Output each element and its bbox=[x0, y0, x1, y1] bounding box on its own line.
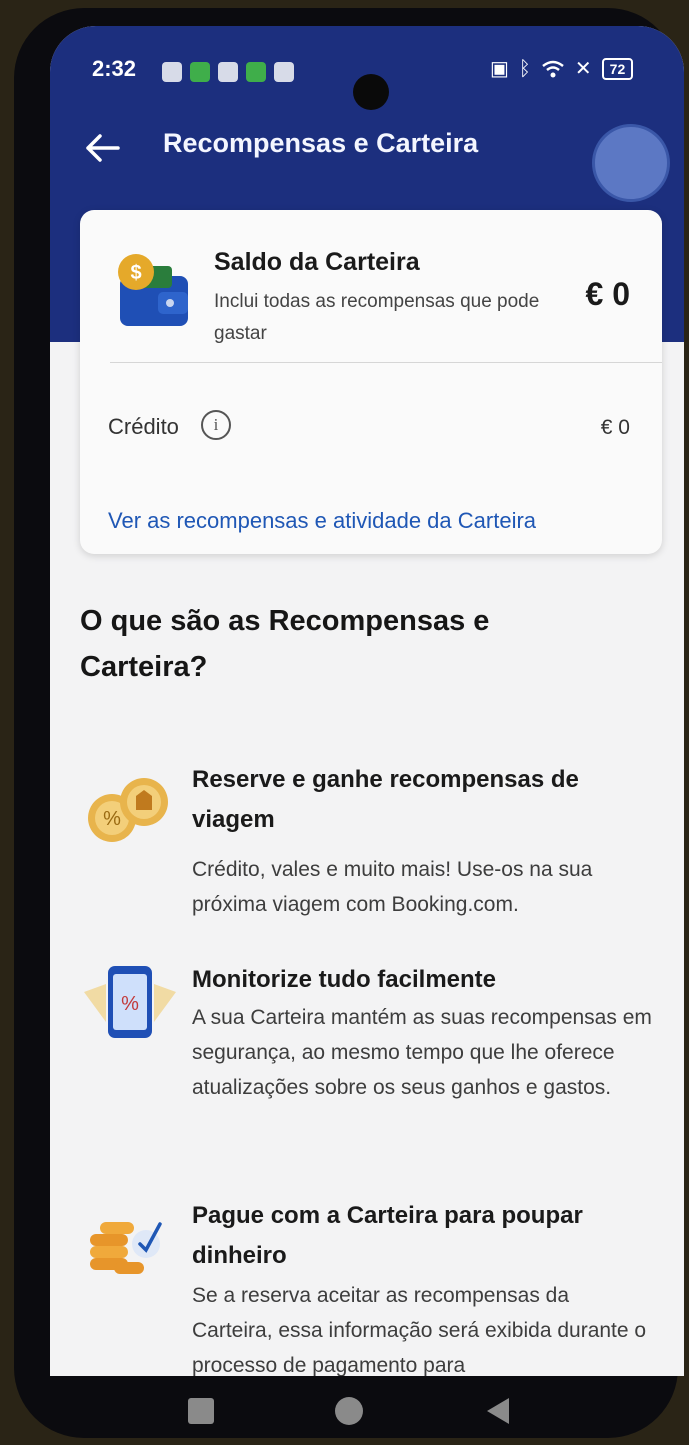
app-notification-icon bbox=[246, 62, 266, 82]
page-title: Recompensas e Carteira bbox=[163, 128, 479, 158]
circle-icon bbox=[335, 1397, 363, 1425]
system-icons: ▣ ᛒ ✕ 72 bbox=[490, 58, 634, 80]
section-title: O que são as Recompensas e Carteira? bbox=[80, 605, 490, 683]
bluetooth-icon: ᛒ bbox=[518, 58, 531, 80]
feature-title: Pague com a Carteira para poupar dinheir… bbox=[192, 1202, 583, 1269]
back-nav-button[interactable] bbox=[477, 1390, 519, 1432]
notification-icon bbox=[218, 62, 238, 82]
system-nav-bar bbox=[0, 1370, 689, 1445]
divider bbox=[110, 362, 662, 363]
info-icon[interactable]: i bbox=[201, 410, 231, 440]
battery-icon: 72 bbox=[601, 58, 634, 80]
feature-description: Se a reserva aceitar as recompensas da C… bbox=[192, 1284, 647, 1376]
phone-percent-icon: % bbox=[84, 966, 176, 1038]
notification-icon bbox=[162, 62, 182, 82]
triangle-back-icon bbox=[487, 1398, 509, 1424]
feature-title: Reserve e ganhe recompensas de viagem bbox=[192, 766, 579, 833]
svg-text:$: $ bbox=[130, 262, 141, 284]
app-notification-icon bbox=[190, 62, 210, 82]
signal-icon: ✕ bbox=[574, 58, 592, 80]
feature-description: Crédito, vales e muito mais! Use-os na s… bbox=[192, 858, 593, 916]
svg-text:%: % bbox=[121, 993, 139, 1015]
credit-amount: € 0 bbox=[600, 416, 630, 439]
status-bar: 2:32 ▣ ᛒ ✕ 72 bbox=[50, 52, 684, 110]
front-camera bbox=[353, 74, 389, 110]
coins-percent-icon: % bbox=[88, 778, 168, 842]
wallet-balance: € 0 bbox=[585, 276, 630, 312]
coins-check-icon bbox=[90, 1222, 162, 1274]
feature-title: Monitorize tudo facilmente bbox=[192, 966, 497, 993]
nfc-icon: ▣ bbox=[490, 58, 509, 80]
wallet-icon: $ bbox=[118, 254, 188, 326]
recents-button[interactable] bbox=[180, 1390, 222, 1432]
back-button[interactable] bbox=[80, 126, 124, 170]
wallet-activity-link[interactable]: Ver as recompensas e atividade da Cartei… bbox=[108, 508, 536, 534]
credit-label: Crédito bbox=[108, 414, 179, 439]
phone-frame: 2:32 ▣ ᛒ ✕ 72 Recompensas e Carteira $ S… bbox=[14, 8, 684, 1438]
wallet-description: Inclui todas as recompensas que pode gas… bbox=[214, 291, 540, 344]
feature-description: A sua Carteira mantém as suas recompensa… bbox=[192, 1006, 652, 1099]
square-icon bbox=[188, 1398, 214, 1424]
notification-icon bbox=[274, 62, 294, 82]
avatar[interactable] bbox=[592, 124, 670, 202]
notification-icons bbox=[162, 62, 294, 82]
svg-text:%: % bbox=[103, 808, 121, 830]
status-time: 2:32 bbox=[92, 56, 137, 81]
home-button[interactable] bbox=[328, 1390, 370, 1432]
wifi-icon bbox=[542, 60, 564, 78]
screen: 2:32 ▣ ᛒ ✕ 72 Recompensas e Carteira $ S… bbox=[50, 26, 684, 1376]
wallet-title: Saldo da Carteira bbox=[214, 248, 420, 276]
wallet-card: $ Saldo da Carteira Inclui todas as reco… bbox=[80, 210, 662, 554]
arrow-left-icon bbox=[86, 134, 120, 162]
